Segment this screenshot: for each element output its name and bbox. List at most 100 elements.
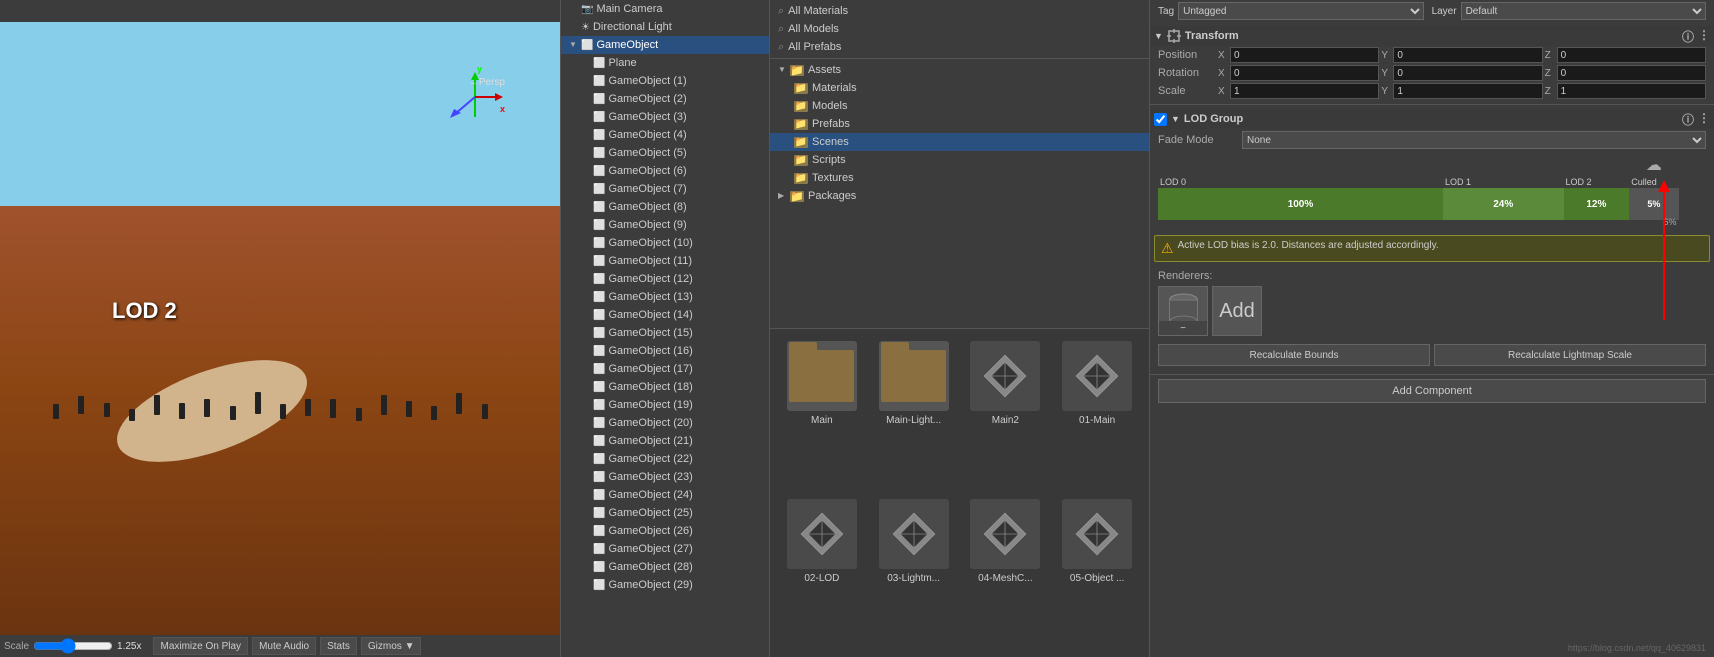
- hierarchy-arrow: [581, 544, 591, 554]
- rotation-z-input[interactable]: [1557, 65, 1706, 81]
- add-component-button[interactable]: Add Component: [1158, 379, 1706, 403]
- hierarchy-item-gameobject--13-[interactable]: ⬜GameObject (13): [561, 288, 769, 306]
- hierarchy-item-gameobject--27-[interactable]: ⬜GameObject (27): [561, 540, 769, 558]
- position-x-input[interactable]: [1230, 47, 1379, 63]
- folder-prefabs[interactable]: 📁 Prefabs: [770, 115, 1149, 133]
- scale-label: Scale: [4, 641, 29, 652]
- tag-select[interactable]: Untagged: [1178, 2, 1423, 20]
- lod-group-enable-checkbox[interactable]: [1154, 113, 1167, 126]
- hierarchy-item-gameobject--6-[interactable]: ⬜GameObject (6): [561, 162, 769, 180]
- scale-y-input[interactable]: [1393, 83, 1542, 99]
- lod1-pct: 24%: [1493, 199, 1513, 210]
- hierarchy-arrow: [581, 400, 591, 410]
- asset-icon-01-main: [1062, 341, 1132, 411]
- folder-materials[interactable]: 📁 Materials: [770, 79, 1149, 97]
- gizmos-button[interactable]: Gizmos ▼: [361, 637, 422, 655]
- hierarchy-item-gameobject--16-[interactable]: ⬜GameObject (16): [561, 342, 769, 360]
- hierarchy-item-gameobject--24-[interactable]: ⬜GameObject (24): [561, 486, 769, 504]
- recalculate-lightmap-button[interactable]: Recalculate Lightmap Scale: [1434, 344, 1706, 366]
- folder-assets[interactable]: ▼ 📁 Assets: [770, 61, 1149, 79]
- hierarchy-item-gameobject[interactable]: ▼⬜GameObject: [561, 36, 769, 54]
- asset-03-lightm[interactable]: 03-Lightm...: [870, 495, 958, 649]
- hierarchy-item-icon: ⬜: [593, 382, 605, 393]
- renderer-minus-button[interactable]: −: [1159, 321, 1207, 335]
- hierarchy-scroll[interactable]: 📷Main Camera☀Directional Light▼⬜GameObje…: [561, 0, 769, 657]
- filter-all-models[interactable]: ⌕ All Models: [770, 20, 1149, 38]
- position-z-input[interactable]: [1557, 47, 1706, 63]
- hierarchy-item-icon: ⬜: [593, 490, 605, 501]
- hierarchy-arrow: [581, 472, 591, 482]
- scale-label-tf: Scale: [1158, 85, 1218, 97]
- rotation-x-input[interactable]: [1230, 65, 1379, 81]
- folder-packages[interactable]: ▶ 📁 Packages: [770, 187, 1149, 205]
- hierarchy-item-gameobject--2-[interactable]: ⬜GameObject (2): [561, 90, 769, 108]
- hierarchy-item-gameobject--23-[interactable]: ⬜GameObject (23): [561, 468, 769, 486]
- folder-scripts[interactable]: 📁 Scripts: [770, 151, 1149, 169]
- hierarchy-arrow: [569, 4, 579, 14]
- hierarchy-item-gameobject--4-[interactable]: ⬜GameObject (4): [561, 126, 769, 144]
- hierarchy-item-gameobject--18-[interactable]: ⬜GameObject (18): [561, 378, 769, 396]
- hierarchy-item-directional-light[interactable]: ☀Directional Light: [561, 18, 769, 36]
- hierarchy-item-plane[interactable]: ⬜Plane: [561, 54, 769, 72]
- lod1-bar[interactable]: 24%: [1443, 188, 1564, 220]
- filter-all-prefabs[interactable]: ⌕ All Prefabs: [770, 38, 1149, 56]
- hierarchy-item-gameobject--5-[interactable]: ⬜GameObject (5): [561, 144, 769, 162]
- stats-button[interactable]: Stats: [320, 637, 357, 655]
- recalculate-bounds-button[interactable]: Recalculate Bounds: [1158, 344, 1430, 366]
- lod0-bar[interactable]: 100%: [1158, 188, 1443, 220]
- scale-slider[interactable]: [33, 641, 113, 651]
- sy-axis-label: Y: [1381, 86, 1391, 97]
- position-y-input[interactable]: [1393, 47, 1542, 63]
- y-axis-label: Y: [1381, 50, 1391, 61]
- hierarchy-item-gameobject--12-[interactable]: ⬜GameObject (12): [561, 270, 769, 288]
- scale-z-input[interactable]: [1557, 83, 1706, 99]
- hierarchy-item-gameobject--22-[interactable]: ⬜GameObject (22): [561, 450, 769, 468]
- folder-textures[interactable]: 📁 Textures: [770, 169, 1149, 187]
- asset-02-lod[interactable]: 02-LOD: [778, 495, 866, 649]
- hierarchy-item-gameobject--1-[interactable]: ⬜GameObject (1): [561, 72, 769, 90]
- hierarchy-item-gameobject--26-[interactable]: ⬜GameObject (26): [561, 522, 769, 540]
- layer-label: Layer: [1432, 6, 1457, 17]
- lod2-bar[interactable]: 12%: [1564, 188, 1630, 220]
- hierarchy-item-gameobject--25-[interactable]: ⬜GameObject (25): [561, 504, 769, 522]
- hierarchy-item-gameobject--11-[interactable]: ⬜GameObject (11): [561, 252, 769, 270]
- filter-all-materials[interactable]: ⌕ All Materials: [770, 2, 1149, 20]
- hierarchy-item-gameobject--21-[interactable]: ⬜GameObject (21): [561, 432, 769, 450]
- fade-mode-select[interactable]: None: [1242, 131, 1706, 149]
- rotation-y-input[interactable]: [1393, 65, 1542, 81]
- maximize-on-play-button[interactable]: Maximize On Play: [153, 637, 248, 655]
- hierarchy-item-gameobject--10-[interactable]: ⬜GameObject (10): [561, 234, 769, 252]
- hierarchy-item-gameobject--9-[interactable]: ⬜GameObject (9): [561, 216, 769, 234]
- mute-audio-button[interactable]: Mute Audio: [252, 637, 316, 655]
- hierarchy-item-gameobject--17-[interactable]: ⬜GameObject (17): [561, 360, 769, 378]
- ry-axis-label: Y: [1381, 68, 1391, 79]
- lod-group-header[interactable]: ▼ LOD Group ⓘ ⋮: [1150, 109, 1714, 129]
- layer-select[interactable]: Default: [1461, 2, 1706, 20]
- hierarchy-item-main-camera[interactable]: 📷Main Camera: [561, 0, 769, 18]
- asset-05-object[interactable]: 05-Object ...: [1053, 495, 1141, 649]
- folder-scenes[interactable]: 📁 Scenes: [770, 133, 1149, 151]
- asset-main[interactable]: Main: [778, 337, 866, 491]
- scene-view: LOD 2 x y z ←Persp Scale 1.25x: [0, 0, 560, 657]
- transform-header[interactable]: ▼ Transform ⓘ ⋮: [1150, 26, 1714, 46]
- hierarchy-item-gameobject--8-[interactable]: ⬜GameObject (8): [561, 198, 769, 216]
- asset-main2[interactable]: Main2: [962, 337, 1050, 491]
- hierarchy-item-icon: ⬜: [581, 40, 593, 51]
- hierarchy-item-gameobject--15-[interactable]: ⬜GameObject (15): [561, 324, 769, 342]
- culled-bar[interactable]: 5%: [1629, 188, 1678, 220]
- folder-models[interactable]: 📁 Models: [770, 97, 1149, 115]
- hierarchy-item-gameobject--29-[interactable]: ⬜GameObject (29): [561, 576, 769, 594]
- hierarchy-item-gameobject--19-[interactable]: ⬜GameObject (19): [561, 396, 769, 414]
- asset-main-light[interactable]: Main-Light...: [870, 337, 958, 491]
- hierarchy-item-gameobject--7-[interactable]: ⬜GameObject (7): [561, 180, 769, 198]
- hierarchy-item-gameobject--28-[interactable]: ⬜GameObject (28): [561, 558, 769, 576]
- asset-01-main[interactable]: 01-Main: [1053, 337, 1141, 491]
- hierarchy-item-gameobject--20-[interactable]: ⬜GameObject (20): [561, 414, 769, 432]
- hierarchy-item-gameobject--3-[interactable]: ⬜GameObject (3): [561, 108, 769, 126]
- add-renderer-button[interactable]: Add: [1212, 286, 1262, 336]
- scale-x-input[interactable]: [1230, 83, 1379, 99]
- scene-canvas: LOD 2 x y z ←Persp: [0, 22, 560, 635]
- hierarchy-item-gameobject--14-[interactable]: ⬜GameObject (14): [561, 306, 769, 324]
- asset-04-meshc[interactable]: 04-MeshC...: [962, 495, 1050, 649]
- svg-text:x: x: [500, 104, 505, 114]
